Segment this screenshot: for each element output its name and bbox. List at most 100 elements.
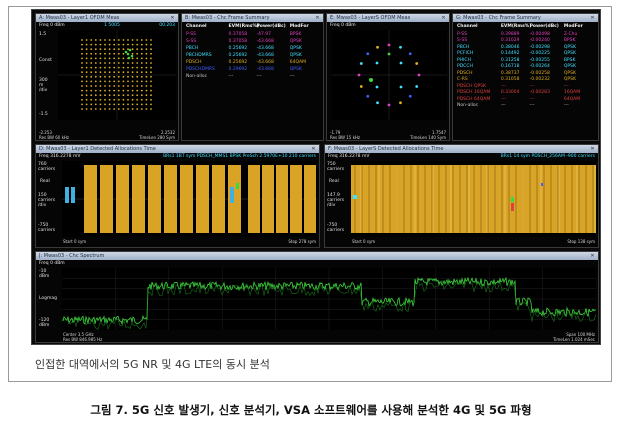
constellation-point xyxy=(81,48,83,51)
y-scale-label: 147.9 carriers /div xyxy=(327,193,345,208)
nr-constellation-window[interactable]: A: Mwas03 - Layer1 OFDM Meas ✕ Freq 0 dB… xyxy=(35,13,179,141)
table-row[interactable]: PDSCH 0.25692 -43.668 64QAM xyxy=(182,59,323,66)
spectrum-titlebar[interactable]: J: Mwas03 - Chc Spectrum ✕ xyxy=(36,252,598,260)
col-header: Power(dBc) xyxy=(529,24,559,29)
allocation-plot[interactable] xyxy=(62,161,317,237)
table-row[interactable]: S-SS 0.31029 -0.00240 BPSK xyxy=(453,38,598,45)
table-row[interactable]: P-SS 0.37058 -47.97 BPSK xyxy=(182,31,323,38)
marker-block xyxy=(236,183,239,189)
constellation-point xyxy=(136,80,139,83)
close-icon[interactable]: ✕ xyxy=(590,15,595,21)
table-row[interactable]: PCFICH 0.14492 -0.00225 QPSK xyxy=(453,51,598,58)
constellation-point xyxy=(81,52,83,55)
constellation-point xyxy=(136,85,139,87)
constellation-point xyxy=(122,71,125,74)
spectrum-window[interactable]: J: Mwas03 - Chc Spectrum ✕ Freq 0 dBm -1… xyxy=(35,251,599,343)
table-cell: -43.668 xyxy=(256,67,274,72)
constellation-point xyxy=(376,45,379,49)
table-row[interactable]: PHICH 0.31258 -0.00255 BPSK xyxy=(453,57,598,64)
constellation-point xyxy=(122,103,125,106)
constellation-point xyxy=(150,108,152,110)
table-row[interactable]: PDSCHDMRS 0.29692 -43.668 QPSK xyxy=(182,66,323,73)
table-cell: -43.668 xyxy=(256,46,274,51)
constellation-plot[interactable] xyxy=(58,30,176,120)
ssb-block xyxy=(230,187,234,203)
constellation-point xyxy=(127,85,129,87)
constellation-point xyxy=(85,80,88,83)
constellation-point xyxy=(140,39,143,41)
freq-readout: Freq 0 dBm xyxy=(39,23,65,28)
constellation-point xyxy=(81,39,83,41)
constellation-point xyxy=(99,71,102,74)
constellation-point xyxy=(113,52,116,55)
constellation-plot[interactable] xyxy=(331,30,447,120)
constellation-point xyxy=(104,80,106,83)
close-icon[interactable]: ✕ xyxy=(590,146,595,152)
table-row[interactable]: C-RS 0.31058 -0.00232 QPSK xyxy=(453,77,598,84)
lte-summary-titlebar[interactable]: G: Mwas03 - Chc Frame Summary ✕ xyxy=(453,14,598,22)
constellation-point xyxy=(104,94,106,97)
constellation-point xyxy=(127,48,129,51)
spectrum-plot[interactable] xyxy=(61,268,597,330)
table-cell: -0.00283 xyxy=(529,90,550,96)
table-row[interactable]: PDSCH 16QAM 0.33004 -0.00283 16QAM xyxy=(453,90,598,97)
table-row[interactable]: Non-alloc --- --- --- xyxy=(182,73,323,80)
constellation-point xyxy=(131,89,134,92)
table-row[interactable]: PDSCH 0.38737 -0.00258 QPSK xyxy=(453,70,598,77)
nr-allocations-titlebar[interactable]: D: Mwas03 - Layer1 Detected Allocations … xyxy=(36,145,319,153)
constellation-point xyxy=(145,57,148,60)
constellation-point xyxy=(122,80,125,83)
lte-constellation-window[interactable]: E: Mwas03 - LayerS OFDM Meas ✕ Freq 0 dB… xyxy=(326,13,450,141)
nr-constellation-titlebar[interactable]: A: Mwas03 - Layer1 OFDM Meas ✕ xyxy=(36,14,178,22)
lte-constellation-titlebar[interactable]: E: Mwas03 - LayerS OFDM Meas ✕ xyxy=(327,14,449,22)
nr-allocations-window[interactable]: D: Mwas03 - Layer1 Detected Allocations … xyxy=(35,144,320,248)
window-title: G: Mwas03 - Chc Frame Summary xyxy=(456,15,541,21)
table-row[interactable]: PDSCH QPSK --- --- --- xyxy=(453,83,598,90)
window-title: E: Mwas03 - LayerS OFDM Meas xyxy=(330,15,411,21)
lte-allocations-window[interactable]: F: Mwas03 - LayerS Detected Allocations … xyxy=(324,144,599,248)
lte-frame-summary-window[interactable]: G: Mwas03 - Chc Frame Summary ✕ Channel … xyxy=(452,13,599,141)
constellation-point xyxy=(117,52,120,55)
nr-frame-summary-window[interactable]: B: Mwas03 - Chc Frame Summary ✕ Channel … xyxy=(181,13,324,141)
constellation-point xyxy=(136,75,139,78)
allocation-block xyxy=(132,165,145,233)
constellation-point xyxy=(108,66,111,69)
table-row[interactable]: PBCHDMRS 0.25692 -43.668 QPSK xyxy=(182,52,323,59)
table-cell: -0.00498 xyxy=(529,31,550,37)
constellation-point xyxy=(136,52,139,55)
allocation-plot[interactable] xyxy=(351,161,596,237)
measurement-header: Freq 316.2278 mV BRs1 14 sym PDSCH_256AM… xyxy=(325,153,598,160)
constellation-point xyxy=(145,80,148,83)
constellation-point xyxy=(387,43,391,47)
lte-allocations-titlebar[interactable]: F: Mwas03 - LayerS Detected Allocations … xyxy=(325,145,598,153)
constellation-point xyxy=(81,71,83,74)
allocation-block xyxy=(180,165,193,233)
constellation-point xyxy=(99,94,102,97)
table-row[interactable]: PDCCH 0.16718 -0.00264 QPSK xyxy=(453,64,598,71)
table-row[interactable]: Non-alloc --- --- --- xyxy=(453,103,598,110)
close-icon[interactable]: ✕ xyxy=(311,146,316,152)
table-row[interactable]: PDSCH 64QAM --- --- 64QAM xyxy=(453,96,598,103)
marker-point xyxy=(128,48,132,52)
constellation-point xyxy=(108,62,111,64)
nr-summary-titlebar[interactable]: B: Mwas03 - Chc Frame Summary ✕ xyxy=(182,14,323,22)
constellation-point xyxy=(113,103,116,106)
table-row[interactable]: PBCH 0.25692 -43.668 QPSK xyxy=(182,45,323,52)
close-icon[interactable]: ✕ xyxy=(441,15,446,21)
table-cell: P-SS xyxy=(457,31,467,37)
constellation-point xyxy=(117,39,120,41)
allocation-block xyxy=(228,165,241,233)
figure-frame: A: Mwas03 - Layer1 OFDM Meas ✕ Freq 0 dB… xyxy=(8,6,612,382)
marker-readout: 1 5005 xyxy=(104,23,120,28)
vsa-screen: A: Mwas03 - Layer1 OFDM Meas ✕ Freq 0 dB… xyxy=(31,9,601,345)
allocation-block xyxy=(164,165,177,233)
table-row[interactable]: PBCH 0.38046 -0.00298 QPSK xyxy=(453,44,598,51)
constellation-point xyxy=(90,80,93,83)
close-icon[interactable]: ✕ xyxy=(170,15,175,21)
constellation-point xyxy=(117,103,120,106)
table-row[interactable]: S-SS 0.37058 -43.668 QPSK xyxy=(182,38,323,45)
close-icon[interactable]: ✕ xyxy=(315,15,320,21)
close-icon[interactable]: ✕ xyxy=(590,253,595,259)
constellation-point xyxy=(81,75,83,78)
table-row[interactable]: P-SS 0.39889 -0.00498 Z-Chu xyxy=(453,31,598,38)
